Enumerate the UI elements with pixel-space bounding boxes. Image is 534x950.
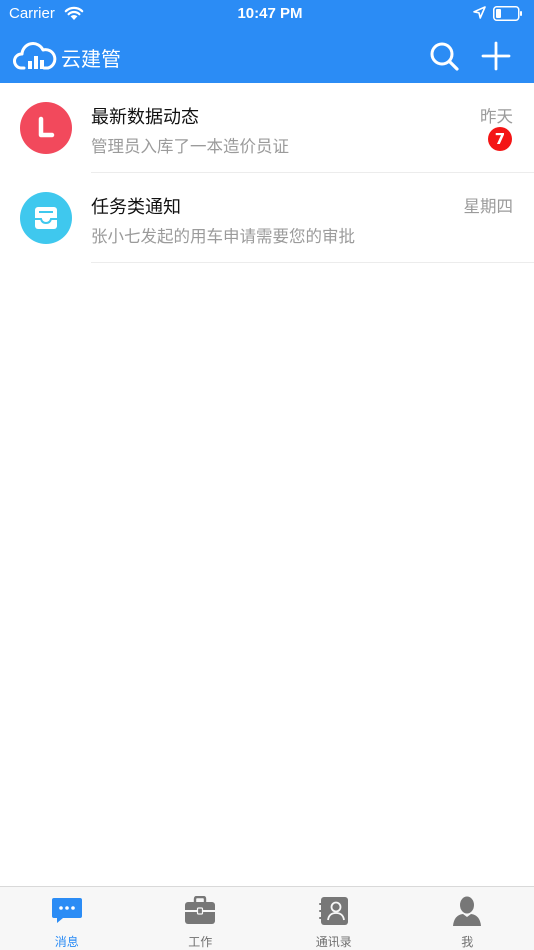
tab-label: 我	[461, 935, 474, 949]
status-bar: Carrier 10:47 PM	[0, 0, 534, 28]
tab-bar: 消息 工作 通讯录 我	[0, 886, 534, 950]
location-arrow-icon	[473, 6, 486, 19]
battery-icon	[493, 6, 522, 21]
conversation-title: 任务类通知	[91, 197, 181, 218]
tab-label: 通讯录	[315, 935, 352, 949]
conversation-item-task-notices[interactable]: 任务类通知 张小七发起的用车申请需要您的审批 星期四	[0, 173, 534, 263]
inbox-icon	[35, 207, 57, 229]
app-title: 云建管	[61, 47, 121, 71]
conversation-time: 昨天	[480, 107, 513, 126]
search-button[interactable]	[426, 38, 462, 74]
status-time: 10:47 PM	[237, 5, 303, 22]
tab-label: 工作	[188, 935, 213, 949]
briefcase-icon	[185, 896, 216, 924]
divider	[91, 262, 534, 263]
conversation-item-data-updates[interactable]: 最新数据动态 管理员入库了一本造价员证 昨天	[0, 83, 534, 173]
contacts-icon	[318, 897, 348, 925]
tab-work[interactable]: 工作	[134, 887, 268, 950]
tab-contacts[interactable]: 通讯录	[267, 887, 401, 950]
add-button[interactable]	[478, 38, 514, 74]
conversation-title: 最新数据动态	[91, 107, 199, 128]
conversation-preview: 张小七发起的用车申请需要您的审批	[91, 227, 355, 246]
avatar	[20, 102, 72, 154]
cloud-logo-icon	[13, 42, 57, 70]
nav-bar: 云建管	[0, 28, 534, 83]
tab-messages[interactable]: 消息	[0, 887, 134, 950]
conversation-list: 最新数据动态 管理员入库了一本造价员证 昨天 任务类通知 张小七发起的用车申请需…	[0, 83, 534, 263]
conversation-time: 星期四	[463, 197, 514, 216]
conversation-preview: 管理员入库了一本造价员证	[91, 137, 289, 156]
avatar	[20, 192, 72, 244]
unread-badge: 7	[488, 127, 512, 151]
header: Carrier 10:47 PM 云建管	[0, 0, 534, 83]
tab-label: 消息	[54, 935, 79, 949]
person-icon	[453, 896, 482, 926]
chat-icon	[51, 898, 82, 923]
tab-me[interactable]: 我	[401, 887, 534, 950]
clock-icon	[38, 116, 55, 138]
